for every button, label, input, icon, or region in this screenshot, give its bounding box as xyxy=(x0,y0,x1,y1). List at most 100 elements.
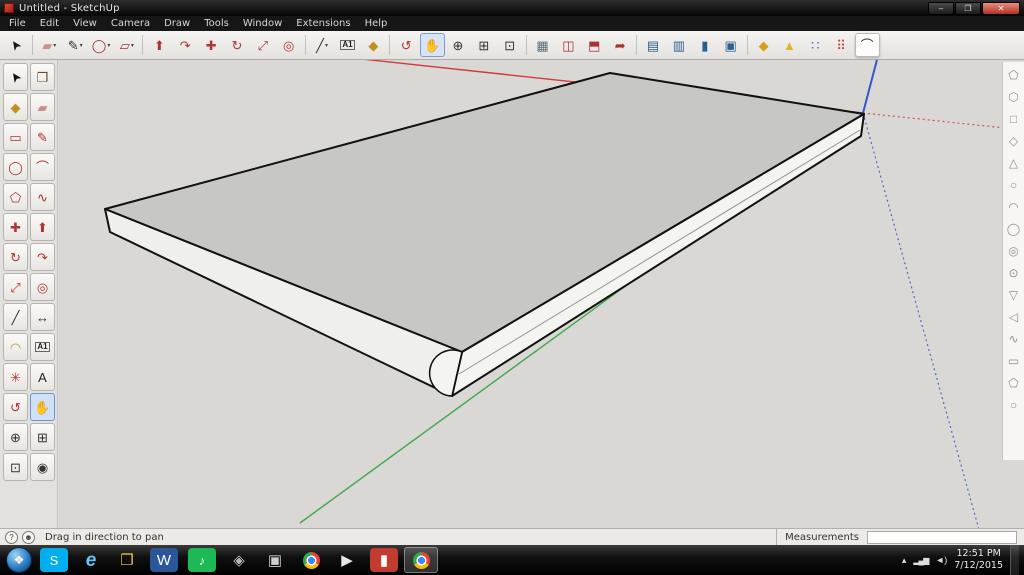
make-component-tool[interactable]: ❐ xyxy=(30,63,55,91)
menu-file[interactable]: File xyxy=(2,18,33,29)
help-icon[interactable]: ? xyxy=(5,530,18,544)
close-button[interactable]: ✕ xyxy=(982,1,1020,15)
shape-dome-icon[interactable]: ◠ xyxy=(1005,197,1023,216)
shape-cylinder-icon[interactable]: ◯ xyxy=(1005,219,1023,238)
text-tool[interactable]: A1 xyxy=(30,333,55,361)
move-tool[interactable]: ✚ xyxy=(199,33,224,57)
taskbar-app-file-explorer[interactable]: ❐ xyxy=(110,547,144,573)
eraser-tool[interactable]: ▰ xyxy=(30,93,55,121)
shape-prism-icon[interactable]: ◇ xyxy=(1005,131,1023,150)
tray-overflow-icon[interactable]: ▴ xyxy=(902,555,907,566)
zoom-tool[interactable]: ⊕ xyxy=(3,423,28,451)
tape-measure-tool[interactable]: ╱ ▾ xyxy=(310,33,335,57)
two-point-arc-tool[interactable]: ⌒ xyxy=(855,33,880,57)
network-icon[interactable]: ▂▄▆ xyxy=(913,556,929,565)
pan-tool[interactable]: ✋ xyxy=(30,393,55,421)
model-canvas[interactable] xyxy=(58,60,1024,528)
style-wireframe-button[interactable]: ▤ xyxy=(641,33,666,57)
shape-pentagon-icon[interactable]: ⬠ xyxy=(1005,65,1023,84)
slab-model[interactable] xyxy=(104,72,865,397)
section-display-toggle[interactable]: ◫ xyxy=(557,33,582,57)
shadows-toggle[interactable]: ◆ xyxy=(752,33,777,57)
taskbar-app-chrome[interactable] xyxy=(294,547,328,573)
line-tool[interactable]: ✎ ▾ xyxy=(63,33,88,57)
shape-ellipse-icon[interactable]: ○ xyxy=(1005,395,1023,414)
menu-draw[interactable]: Draw xyxy=(157,18,197,29)
eraser-tool[interactable]: ▰ ▾ xyxy=(37,33,62,57)
dimension-tool[interactable]: ↔ xyxy=(30,303,55,331)
zoom-window-tool[interactable]: ⊞ xyxy=(30,423,55,451)
protractor-tool[interactable]: ◠ xyxy=(3,333,28,361)
select-tool[interactable]: ➤ xyxy=(4,33,29,57)
style-hidden-line-button[interactable]: ▥ xyxy=(667,33,692,57)
line-tool[interactable]: ✎ xyxy=(30,123,55,151)
volume-icon[interactable]: ◄) xyxy=(935,555,947,565)
menu-window[interactable]: Window xyxy=(236,18,289,29)
paint-bucket-tool[interactable]: ◆ xyxy=(361,33,386,57)
start-button[interactable]: ❖ xyxy=(6,547,32,573)
components-browser-button[interactable]: ∷ xyxy=(803,33,828,57)
shape-polygon-icon[interactable]: ⬠ xyxy=(1005,373,1023,392)
rotated-rectangle-tool[interactable]: ▱ ▾ xyxy=(115,33,140,57)
minimize-button[interactable]: – xyxy=(928,1,954,15)
colors-browser-button[interactable]: ⠿ xyxy=(829,33,854,57)
taskbar-app-chrome-active[interactable] xyxy=(404,547,438,573)
fog-toggle[interactable]: ▲ xyxy=(778,33,803,57)
scale-tool[interactable]: ⤢ xyxy=(251,33,276,57)
paint-bucket-tool[interactable]: ◆ xyxy=(3,93,28,121)
taskbar-app-skype[interactable]: S xyxy=(40,548,68,572)
section-cut-toggle[interactable]: ⬒ xyxy=(582,33,607,57)
offset-tool[interactable]: ◎ xyxy=(277,33,302,57)
taskbar-clock[interactable]: 12:51 PM 7/12/2015 xyxy=(954,548,1003,572)
rectangle-tool[interactable]: ▭ xyxy=(3,123,28,151)
style-shaded-button[interactable]: ▮ xyxy=(693,33,718,57)
3d-text-tool[interactable]: A xyxy=(30,363,55,391)
push-pull-tool[interactable]: ⬆ xyxy=(147,33,172,57)
circle-tool[interactable]: ◯ xyxy=(3,153,28,181)
taskbar-app-spotify[interactable]: ♪ xyxy=(188,548,216,572)
taskbar-app-video-player[interactable]: ▶ xyxy=(330,547,364,573)
menu-tools[interactable]: Tools xyxy=(197,18,236,29)
select-tool[interactable]: ➤ xyxy=(3,63,28,91)
shape-torus-icon[interactable]: ◎ xyxy=(1005,241,1023,260)
taskbar-app-photo-viewer[interactable]: ▮ xyxy=(370,548,398,572)
tape-measure-tool[interactable]: ╱ xyxy=(3,303,28,331)
shape-pyramid-icon[interactable]: ▽ xyxy=(1005,285,1023,304)
text-tool[interactable]: A1 xyxy=(336,33,361,57)
user-account-icon[interactable]: ☻ xyxy=(22,530,35,544)
taskbar-app-screenshot-tool[interactable]: ◈ xyxy=(222,547,256,573)
rotate-tool[interactable]: ↻ xyxy=(3,243,28,271)
pan-tool[interactable]: ✋ xyxy=(420,33,445,57)
zoom-extents-tool[interactable]: ⊡ xyxy=(498,33,523,57)
menu-camera[interactable]: Camera xyxy=(104,18,157,29)
offset-tool[interactable]: ◎ xyxy=(30,273,55,301)
polygon-tool[interactable]: ⬠ xyxy=(3,183,28,211)
follow-me-tool[interactable]: ↷ xyxy=(173,33,198,57)
menu-edit[interactable]: Edit xyxy=(33,18,66,29)
slab-top-face[interactable] xyxy=(104,72,865,353)
look-around-tool[interactable]: ◉ xyxy=(30,453,55,481)
menu-help[interactable]: Help xyxy=(358,18,395,29)
zoom-tool[interactable]: ⊕ xyxy=(446,33,471,57)
orbit-tool[interactable]: ↺ xyxy=(394,33,419,57)
scale-tool[interactable]: ⤢ xyxy=(3,273,28,301)
taskbar-app-internet-explorer[interactable]: e xyxy=(74,547,108,573)
menu-extensions[interactable]: Extensions xyxy=(289,18,357,29)
shape-tube-icon[interactable]: ⊙ xyxy=(1005,263,1023,282)
taskbar-app-word[interactable]: W xyxy=(150,548,178,572)
move-tool[interactable]: ✚ xyxy=(3,213,28,241)
shape-box-icon[interactable]: ▭ xyxy=(1005,351,1023,370)
arc-tool[interactable]: ⌒ xyxy=(30,153,55,181)
show-desktop-button[interactable] xyxy=(1010,545,1019,575)
measurements-input[interactable] xyxy=(867,530,1017,544)
zoom-extents-tool[interactable]: ⊡ xyxy=(3,453,28,481)
section-plane-tool[interactable]: ▦ xyxy=(531,33,556,57)
style-textured-button[interactable]: ▣ xyxy=(719,33,744,57)
freehand-tool[interactable]: ∿ xyxy=(30,183,55,211)
push-pull-tool[interactable]: ⬆ xyxy=(30,213,55,241)
rotate-tool[interactable]: ↻ xyxy=(225,33,250,57)
orbit-tool[interactable]: ↺ xyxy=(3,393,28,421)
export-scene-button[interactable]: ➦ xyxy=(608,33,633,57)
shape-wedge-icon[interactable]: ◁ xyxy=(1005,307,1023,326)
shape-cube-icon[interactable]: □ xyxy=(1005,109,1023,128)
